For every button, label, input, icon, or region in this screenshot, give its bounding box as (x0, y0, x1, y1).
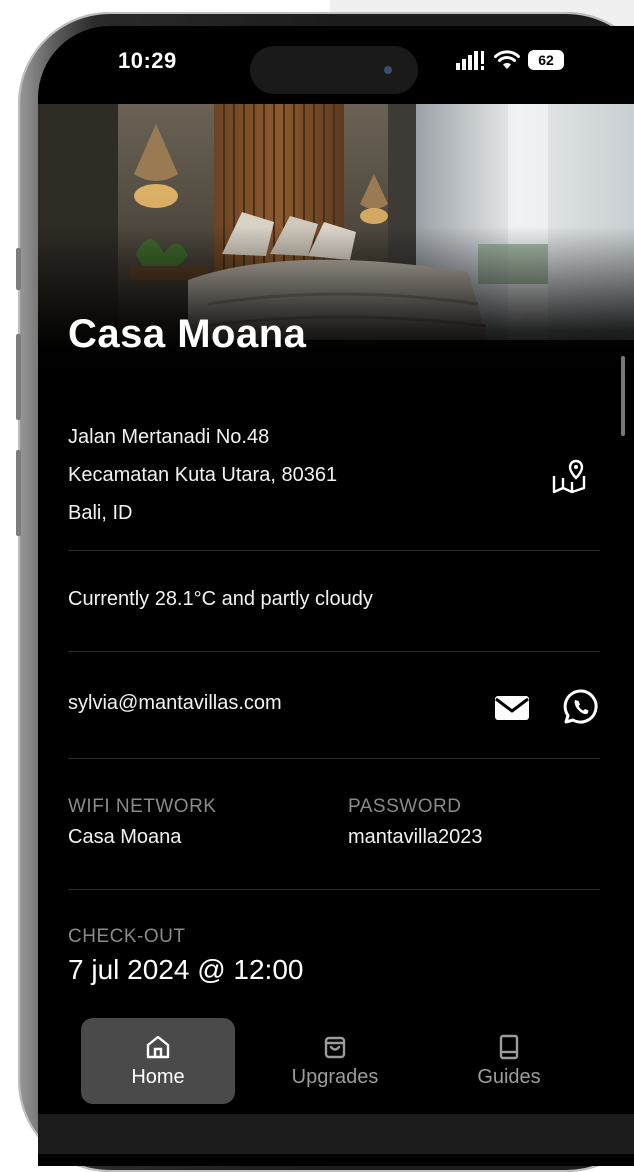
whatsapp-icon (563, 689, 598, 724)
cellular-signal-icon (456, 51, 484, 70)
property-title: Casa Moana (68, 312, 307, 356)
status-time: 10:29 (118, 48, 177, 73)
status-bar: 10:29 62 (38, 26, 634, 104)
weather-section: Currently 28.1°C and partly cloudy (68, 588, 600, 611)
action-button (16, 248, 21, 290)
wifi-network-label: WIFI NETWORK (68, 796, 217, 817)
status-icons: 62 (456, 50, 564, 70)
map-button[interactable] (550, 458, 588, 501)
camera-icon (384, 66, 392, 74)
checkout-value: 7 jul 2024 @ 12:00 (68, 954, 304, 985)
tab-guides[interactable]: Guides (432, 1018, 586, 1104)
divider (68, 651, 600, 652)
map-pin-icon (552, 459, 586, 494)
email-button[interactable] (494, 694, 530, 727)
address-line-2: Kecamatan Kuta Utara, 80361 (68, 464, 338, 486)
battery-indicator: 62 (528, 50, 564, 70)
phone-screen: 10:29 62 Casa Moana Jalan Mertanadi No.4… (38, 26, 634, 1166)
wifi-password-group: PASSWORD mantavilla2023 (348, 796, 483, 849)
shopping-bag-icon (324, 1036, 346, 1058)
address-line-3: Bali, ID (68, 502, 133, 524)
wifi-network-group: WIFI NETWORK Casa Moana (68, 796, 216, 849)
volume-down-button (16, 450, 21, 536)
divider (68, 889, 600, 890)
tab-upgrades-label: Upgrades (291, 1065, 379, 1088)
home-indicator-area (38, 1114, 634, 1154)
bottom-navigation: Home Upgrades Guides (38, 1018, 634, 1112)
checkout-label: CHECK-OUT (68, 926, 186, 947)
checkout-section: CHECK-OUT 7 jul 2024 @ 12:00 (68, 926, 600, 986)
wifi-network-value[interactable]: Casa Moana (68, 826, 216, 849)
scrollbar[interactable] (621, 356, 625, 436)
tab-upgrades[interactable]: Upgrades (258, 1018, 412, 1104)
address-section: Jalan Mertanadi No.48 Kecamatan Kuta Uta… (68, 418, 600, 532)
address-line-1: Jalan Mertanadi No.48 (68, 426, 270, 448)
divider (68, 550, 600, 551)
dynamic-island (250, 46, 418, 94)
whatsapp-button[interactable] (562, 688, 600, 731)
wifi-password-value[interactable]: mantavilla2023 (348, 826, 483, 849)
book-icon (499, 1034, 519, 1059)
address-block: Jalan Mertanadi No.48 Kecamatan Kuta Uta… (68, 418, 600, 532)
tab-guides-label: Guides (477, 1065, 541, 1088)
weather-text: Currently 28.1°C and partly cloudy (68, 588, 373, 610)
tab-home-label: Home (131, 1065, 185, 1088)
divider (68, 758, 600, 759)
mail-icon (495, 696, 529, 720)
tab-home[interactable]: Home (81, 1018, 235, 1104)
home-icon (146, 1035, 170, 1058)
wifi-password-label: PASSWORD (348, 796, 462, 817)
volume-up-button (16, 334, 21, 420)
wifi-icon (494, 50, 520, 69)
battery-level: 62 (538, 52, 554, 68)
